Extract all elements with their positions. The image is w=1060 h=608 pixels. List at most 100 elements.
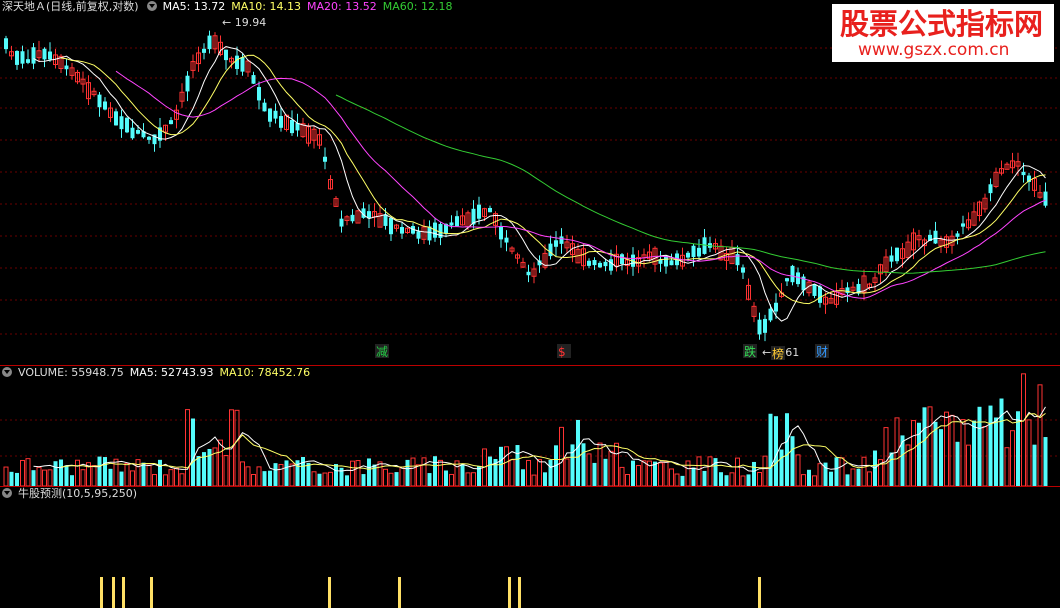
volume-bar — [586, 453, 592, 486]
volume-bar — [80, 469, 86, 486]
volume-bar — [433, 456, 437, 486]
candle-body — [262, 102, 267, 112]
volume-bar — [559, 426, 564, 486]
candle-body — [202, 48, 206, 53]
volume-bar — [179, 473, 185, 486]
candle-body — [988, 184, 993, 194]
volume-bar — [669, 468, 674, 486]
price-panel[interactable]: 深天地Ａ(日线,前复权,对数) MA5: 13.72 MA10: 14.13 MA20… — [0, 0, 1060, 365]
candle-body — [686, 252, 690, 258]
volume-bar — [301, 456, 305, 486]
volume-bar — [317, 473, 322, 486]
signal-bar — [758, 577, 761, 608]
candle-body — [477, 204, 481, 219]
candle-body — [350, 214, 355, 222]
volume-bar — [268, 470, 272, 486]
volume-bar — [234, 409, 240, 486]
volume-bar — [543, 472, 547, 486]
volume-bar — [355, 460, 361, 486]
chevron-down-icon[interactable] — [2, 367, 12, 377]
candle-body — [609, 259, 613, 271]
volume-bar — [829, 471, 833, 486]
volume-bar — [922, 407, 927, 486]
volume-chart[interactable] — [0, 366, 1060, 486]
signal-bar — [112, 577, 115, 608]
candle-body — [757, 319, 762, 335]
volume-bar — [779, 449, 784, 486]
volume-bar — [1037, 384, 1043, 486]
volume-bar — [960, 419, 966, 486]
candle-body — [449, 222, 454, 226]
volume-bar — [103, 457, 107, 486]
candle-body — [114, 111, 118, 126]
volume-bar — [273, 463, 278, 486]
volume-ma5-label: MA5: 52743.93 — [129, 366, 214, 379]
candle-body — [26, 59, 30, 63]
chevron-down-icon[interactable] — [2, 488, 12, 498]
volume-bar — [603, 458, 608, 486]
candle-body — [400, 227, 404, 234]
volume-bar — [619, 466, 625, 486]
candle-body — [323, 156, 327, 162]
volume-bar — [845, 474, 850, 486]
volume-bar — [278, 463, 284, 486]
volume-bar — [196, 455, 201, 486]
volume-bar — [966, 444, 971, 486]
signal-bar — [398, 577, 401, 608]
volume-bar — [15, 472, 19, 486]
volume-bar — [889, 452, 894, 486]
candle-body — [741, 267, 745, 273]
moving-average-line — [60, 54, 1046, 305]
candle-body — [15, 50, 19, 65]
volume-bar — [174, 467, 179, 486]
volume-bar — [135, 459, 141, 486]
price-header: 深天地Ａ(日线,前复权,对数) MA5: 13.72 MA10: 14.13 MA20… — [0, 0, 458, 14]
volume-bar — [724, 475, 729, 486]
candle-body — [136, 130, 140, 134]
volume-bar — [218, 439, 223, 486]
signal-bar — [122, 577, 125, 608]
volume-bar — [1043, 437, 1048, 486]
indicator-panel[interactable]: 牛股预测(10,5,95,250) — [0, 487, 1060, 608]
volume-bar — [367, 458, 371, 486]
indicator-chart[interactable] — [0, 487, 1060, 608]
volume-panel[interactable]: VOLUME: 55948.75 MA5: 52743.93 MA10: 78452… — [0, 366, 1060, 486]
candle-body — [185, 75, 190, 92]
signal-bar — [508, 577, 511, 608]
volume-bar — [988, 405, 993, 486]
volume-bar — [977, 406, 982, 486]
signal-bar — [150, 577, 153, 608]
volume-bar — [537, 459, 542, 486]
candle-body — [763, 318, 767, 333]
candle-body — [603, 261, 608, 267]
volume-bar — [581, 443, 586, 486]
volume-bar — [691, 467, 696, 486]
volume-bar — [460, 463, 465, 486]
chevron-down-icon[interactable] — [146, 1, 157, 11]
volume-bar — [499, 446, 503, 486]
volume-bar — [768, 413, 773, 486]
volume-bar — [795, 454, 801, 486]
volume-bar — [256, 466, 262, 486]
candle-body — [207, 35, 212, 50]
volume-bar — [289, 463, 295, 486]
volume-bar — [223, 454, 229, 486]
volume-bar — [47, 469, 53, 486]
candle-body — [790, 265, 795, 283]
volume-bar — [911, 420, 916, 486]
volume-bar — [185, 409, 190, 486]
volume-bar — [515, 445, 520, 486]
volume-bar — [410, 457, 416, 486]
volume-bar — [1026, 419, 1032, 486]
candle-body — [427, 226, 432, 241]
volume-bar — [146, 464, 152, 486]
candle-body — [416, 231, 421, 239]
volume-bar — [807, 469, 811, 486]
candle-body — [774, 302, 778, 312]
candle-body — [785, 278, 789, 282]
candle-body — [691, 245, 696, 258]
volume-bar — [119, 471, 124, 486]
candle-body — [933, 230, 938, 244]
volume-bar — [245, 466, 251, 486]
volume-bar — [421, 457, 427, 486]
